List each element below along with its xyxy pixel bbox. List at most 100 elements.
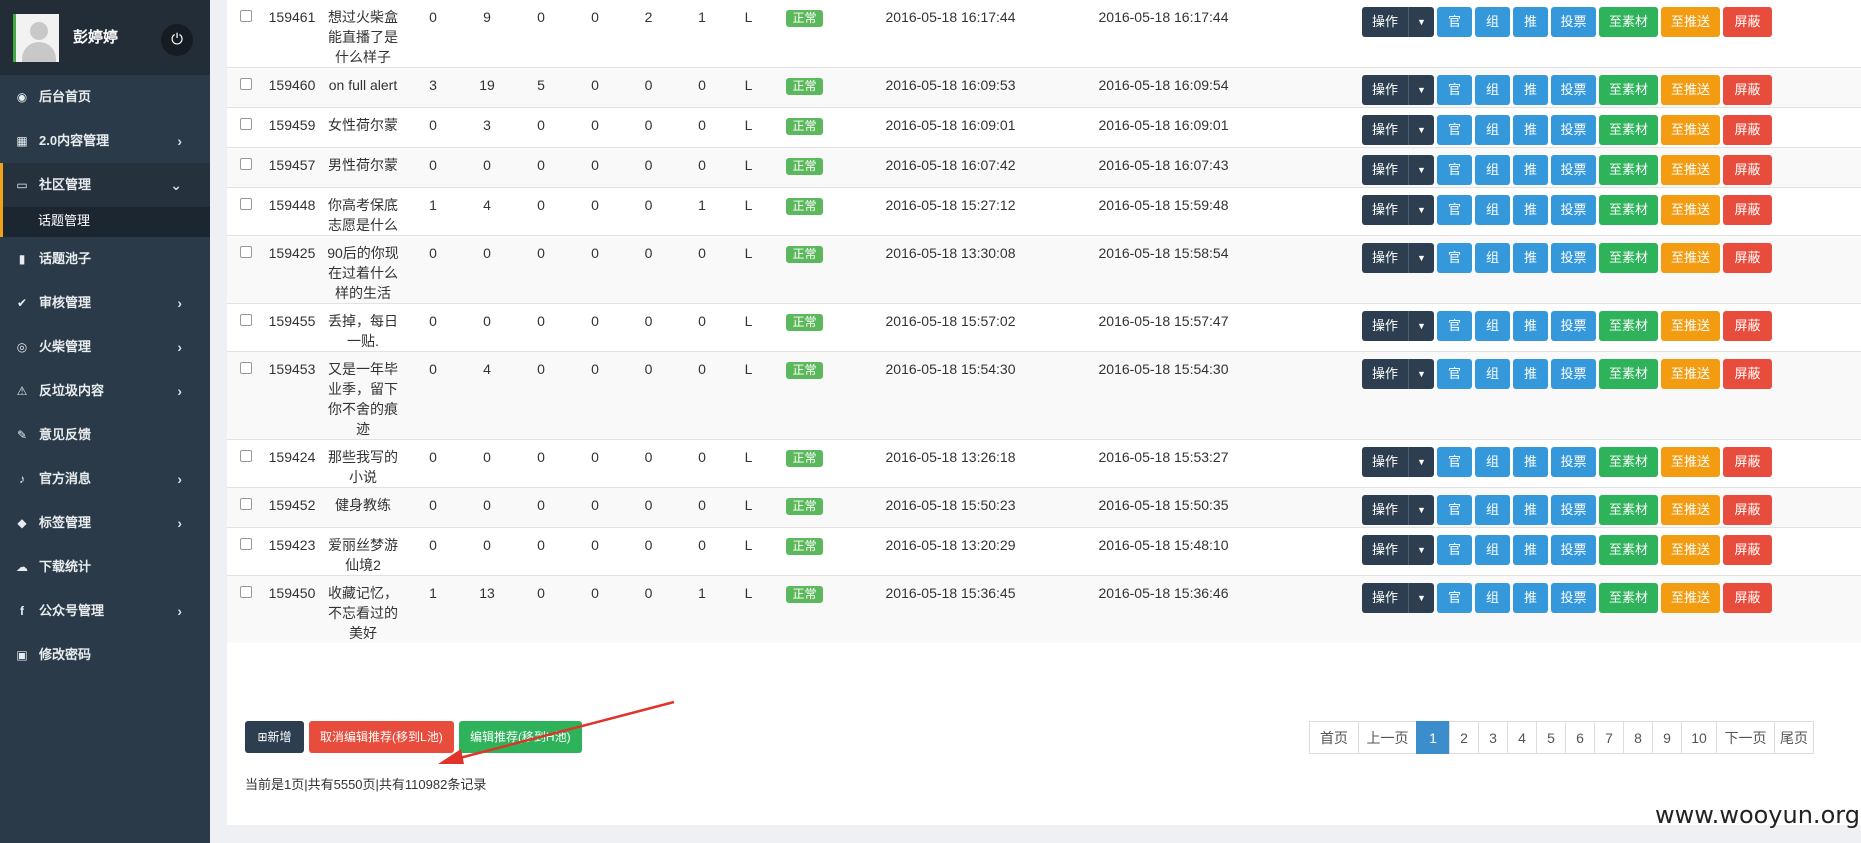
to-material-button[interactable]: 至素材 bbox=[1599, 75, 1658, 105]
recommend-button[interactable]: 推 bbox=[1513, 535, 1548, 565]
block-button[interactable]: 屏蔽 bbox=[1723, 495, 1772, 525]
sidebar-item-2[interactable]: ▭ 社区管理 ⌄ bbox=[0, 163, 210, 207]
avatar[interactable] bbox=[13, 14, 59, 62]
row-checkbox[interactable] bbox=[239, 118, 252, 130]
to-material-button[interactable]: 至素材 bbox=[1599, 115, 1658, 145]
row-checkbox[interactable] bbox=[239, 362, 252, 374]
pager-item[interactable]: 2 bbox=[1449, 721, 1479, 754]
operate-dropdown-button[interactable]: 操作 ▼ bbox=[1362, 243, 1434, 273]
block-button[interactable]: 屏蔽 bbox=[1723, 583, 1772, 613]
to-push-button[interactable]: 至推送 bbox=[1661, 495, 1720, 525]
sidebar-item-5[interactable]: ◎ 火柴管理 › bbox=[0, 325, 210, 369]
recommend-button[interactable]: 推 bbox=[1513, 359, 1548, 389]
to-push-button[interactable]: 至推送 bbox=[1661, 7, 1720, 37]
operate-dropdown-button[interactable]: 操作 ▼ bbox=[1362, 195, 1434, 225]
power-icon[interactable]: ⏻ bbox=[161, 24, 193, 56]
sidebar-item-11[interactable]: f 公众号管理 › bbox=[0, 589, 210, 633]
recommend-button[interactable]: 推 bbox=[1513, 75, 1548, 105]
vote-button[interactable]: 投票 bbox=[1551, 155, 1596, 185]
official-button[interactable]: 官 bbox=[1437, 495, 1472, 525]
to-push-button[interactable]: 至推送 bbox=[1661, 115, 1720, 145]
block-button[interactable]: 屏蔽 bbox=[1723, 155, 1772, 185]
operate-dropdown-button[interactable]: 操作 ▼ bbox=[1362, 311, 1434, 341]
group-button[interactable]: 组 bbox=[1475, 535, 1510, 565]
recommend-button[interactable]: 推 bbox=[1513, 195, 1548, 225]
operate-dropdown-button[interactable]: 操作 ▼ bbox=[1362, 495, 1434, 525]
group-button[interactable]: 组 bbox=[1475, 583, 1510, 613]
caret-down-icon[interactable]: ▼ bbox=[1408, 447, 1434, 477]
to-push-button[interactable]: 至推送 bbox=[1661, 243, 1720, 273]
group-button[interactable]: 组 bbox=[1475, 359, 1510, 389]
to-push-button[interactable]: 至推送 bbox=[1661, 535, 1720, 565]
to-push-button[interactable]: 至推送 bbox=[1661, 311, 1720, 341]
vote-button[interactable]: 投票 bbox=[1551, 359, 1596, 389]
block-button[interactable]: 屏蔽 bbox=[1723, 75, 1772, 105]
row-checkbox[interactable] bbox=[239, 314, 252, 326]
recommend-button[interactable]: 推 bbox=[1513, 155, 1548, 185]
official-button[interactable]: 官 bbox=[1437, 75, 1472, 105]
row-checkbox[interactable] bbox=[239, 538, 252, 550]
pager-item[interactable]: 6 bbox=[1565, 721, 1595, 754]
block-button[interactable]: 屏蔽 bbox=[1723, 195, 1772, 225]
pager-item[interactable]: 下一页 bbox=[1716, 721, 1775, 754]
cancel-recommend-button[interactable]: 取消编辑推荐(移到L池) bbox=[308, 721, 454, 753]
pager-item[interactable]: 1 bbox=[1416, 721, 1450, 754]
pager-item[interactable]: 5 bbox=[1536, 721, 1566, 754]
caret-down-icon[interactable]: ▼ bbox=[1408, 495, 1434, 525]
caret-down-icon[interactable]: ▼ bbox=[1408, 311, 1434, 341]
caret-down-icon[interactable]: ▼ bbox=[1408, 359, 1434, 389]
block-button[interactable]: 屏蔽 bbox=[1723, 535, 1772, 565]
row-checkbox[interactable] bbox=[239, 450, 252, 462]
row-checkbox[interactable] bbox=[239, 158, 252, 170]
caret-down-icon[interactable]: ▼ bbox=[1408, 243, 1434, 273]
vote-button[interactable]: 投票 bbox=[1551, 7, 1596, 37]
group-button[interactable]: 组 bbox=[1475, 311, 1510, 341]
caret-down-icon[interactable]: ▼ bbox=[1408, 115, 1434, 145]
vote-button[interactable]: 投票 bbox=[1551, 115, 1596, 145]
sidebar-item-1[interactable]: ▦ 2.0内容管理 › bbox=[0, 119, 210, 163]
group-button[interactable]: 组 bbox=[1475, 447, 1510, 477]
operate-dropdown-button[interactable]: 操作 ▼ bbox=[1362, 447, 1434, 477]
vote-button[interactable]: 投票 bbox=[1551, 495, 1596, 525]
vote-button[interactable]: 投票 bbox=[1551, 535, 1596, 565]
block-button[interactable]: 屏蔽 bbox=[1723, 311, 1772, 341]
sidebar-item-9[interactable]: ◆ 标签管理 › bbox=[0, 501, 210, 545]
row-checkbox[interactable] bbox=[239, 10, 252, 22]
recommend-button[interactable]: 推 bbox=[1513, 115, 1548, 145]
sidebar-subitem-topic-management[interactable]: 话题管理 bbox=[0, 207, 210, 237]
vote-button[interactable]: 投票 bbox=[1551, 311, 1596, 341]
operate-dropdown-button[interactable]: 操作 ▼ bbox=[1362, 115, 1434, 145]
pager-item[interactable]: 尾页 bbox=[1774, 721, 1814, 754]
block-button[interactable]: 屏蔽 bbox=[1723, 359, 1772, 389]
caret-down-icon[interactable]: ▼ bbox=[1408, 195, 1434, 225]
group-button[interactable]: 组 bbox=[1475, 155, 1510, 185]
to-material-button[interactable]: 至素材 bbox=[1599, 311, 1658, 341]
caret-down-icon[interactable]: ▼ bbox=[1408, 155, 1434, 185]
to-push-button[interactable]: 至推送 bbox=[1661, 75, 1720, 105]
to-material-button[interactable]: 至素材 bbox=[1599, 155, 1658, 185]
caret-down-icon[interactable]: ▼ bbox=[1408, 7, 1434, 37]
vote-button[interactable]: 投票 bbox=[1551, 447, 1596, 477]
to-material-button[interactable]: 至素材 bbox=[1599, 243, 1658, 273]
sidebar-item-0[interactable]: ◉ 后台首页 bbox=[0, 75, 210, 119]
recommend-button[interactable]: 推 bbox=[1513, 583, 1548, 613]
caret-down-icon[interactable]: ▼ bbox=[1408, 535, 1434, 565]
official-button[interactable]: 官 bbox=[1437, 7, 1472, 37]
block-button[interactable]: 屏蔽 bbox=[1723, 7, 1772, 37]
recommend-button[interactable]: 推 bbox=[1513, 495, 1548, 525]
sidebar-item-4[interactable]: ✔ 审核管理 › bbox=[0, 281, 210, 325]
operate-dropdown-button[interactable]: 操作 ▼ bbox=[1362, 75, 1434, 105]
pager-item[interactable]: 4 bbox=[1507, 721, 1537, 754]
pager-item[interactable]: 上一页 bbox=[1358, 721, 1417, 754]
block-button[interactable]: 屏蔽 bbox=[1723, 447, 1772, 477]
official-button[interactable]: 官 bbox=[1437, 155, 1472, 185]
group-button[interactable]: 组 bbox=[1475, 7, 1510, 37]
official-button[interactable]: 官 bbox=[1437, 359, 1472, 389]
official-button[interactable]: 官 bbox=[1437, 535, 1472, 565]
to-push-button[interactable]: 至推送 bbox=[1661, 155, 1720, 185]
sidebar-item-7[interactable]: ✎ 意见反馈 bbox=[0, 413, 210, 457]
recommend-button[interactable]: 推 bbox=[1513, 7, 1548, 37]
operate-dropdown-button[interactable]: 操作 ▼ bbox=[1362, 7, 1434, 37]
add-new-button[interactable]: ⊞新增 bbox=[245, 721, 304, 753]
vote-button[interactable]: 投票 bbox=[1551, 243, 1596, 273]
